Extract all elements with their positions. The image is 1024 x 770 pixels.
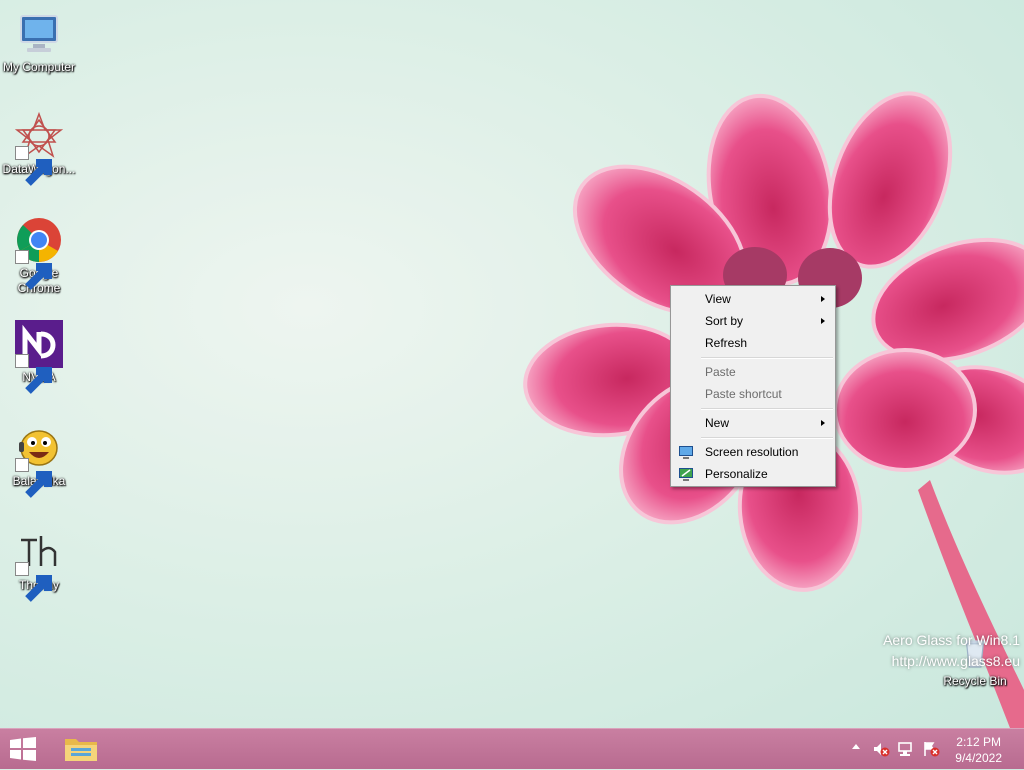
menu-item-label: Sort by [705,314,744,328]
monitor-icon [679,446,693,459]
desktop-context-menu: View Sort by Refresh Paste Paste shortcu… [670,285,836,487]
menu-item-label: Paste [705,365,736,379]
file-explorer-button[interactable] [62,733,100,765]
action-center-flag-icon[interactable] [922,741,940,757]
submenu-arrow-icon [821,420,825,426]
menu-item-screen-resolution[interactable]: Screen resolution [673,441,833,463]
system-clock[interactable]: 2:12 PM 9/4/2022 [955,734,1002,766]
clock-date: 9/4/2022 [955,751,1002,765]
watermark-line2: http://www.glass8.eu [891,653,1020,669]
balabolka-icon [15,424,63,498]
menu-item-paste[interactable]: Paste [673,361,833,383]
windows-logo-icon [10,737,36,761]
personalize-icon [679,468,693,481]
menu-item-refresh[interactable]: Refresh [673,332,833,354]
thonny-icon [15,528,63,602]
datawagon-icon [15,112,63,186]
chrome-icon [15,216,63,290]
menu-separator [701,357,833,359]
submenu-arrow-icon [821,296,825,302]
menu-item-paste-shortcut[interactable]: Paste shortcut [673,383,833,405]
volume-muted-icon[interactable] [872,741,890,757]
shortcut-arrow-icon [15,562,52,602]
desktop-icon-datawagon[interactable]: DataWagon... [0,112,78,186]
desktop-icon-nvda[interactable]: NVDA [0,320,78,394]
menu-separator [701,437,833,439]
menu-item-new[interactable]: New [673,412,833,434]
menu-item-label: Screen resolution [705,445,799,459]
taskbar: 2:12 PM 9/4/2022 [0,728,1024,769]
watermark-line1: Aero Glass for Win8.1 [883,632,1020,648]
aero-glass-watermark: Aero Glass for Win8.1 http://www.glass8.… [883,630,1020,672]
shortcut-arrow-icon [15,250,52,290]
menu-item-personalize[interactable]: Personalize [673,463,833,485]
show-hidden-icons-chevron-icon[interactable] [852,744,860,749]
shortcut-arrow-icon [15,146,52,186]
desktop-icon-thonny[interactable]: Thonny [0,528,78,602]
menu-item-label: Personalize [705,467,768,481]
desktop-icon-google-chrome[interactable]: Google Chrome [0,216,78,296]
menu-item-label: View [705,292,731,306]
desktop-icon-label: Recycle Bin [943,674,1007,688]
network-icon[interactable] [897,741,915,757]
menu-item-sort-by[interactable]: Sort by [673,310,833,332]
menu-item-label: Refresh [705,336,748,350]
desktop-icon-label: My Computer [2,60,76,74]
submenu-arrow-icon [821,318,825,324]
shortcut-arrow-icon [15,458,52,498]
wallpaper-flower [523,91,1024,728]
desktop-icon-balabolka[interactable]: Balabolka [0,424,78,498]
computer-icon [15,10,63,58]
menu-separator [701,408,833,410]
menu-item-view[interactable]: View [673,288,833,310]
desktop-icon-my-computer[interactable]: My Computer [0,10,78,75]
nvda-icon [15,320,63,394]
start-button[interactable] [8,737,38,761]
shortcut-arrow-icon [15,354,52,394]
folder-icon [65,739,97,761]
menu-item-label: Paste shortcut [705,387,782,401]
menu-item-label: New [705,416,730,430]
clock-time: 2:12 PM [956,735,1001,749]
